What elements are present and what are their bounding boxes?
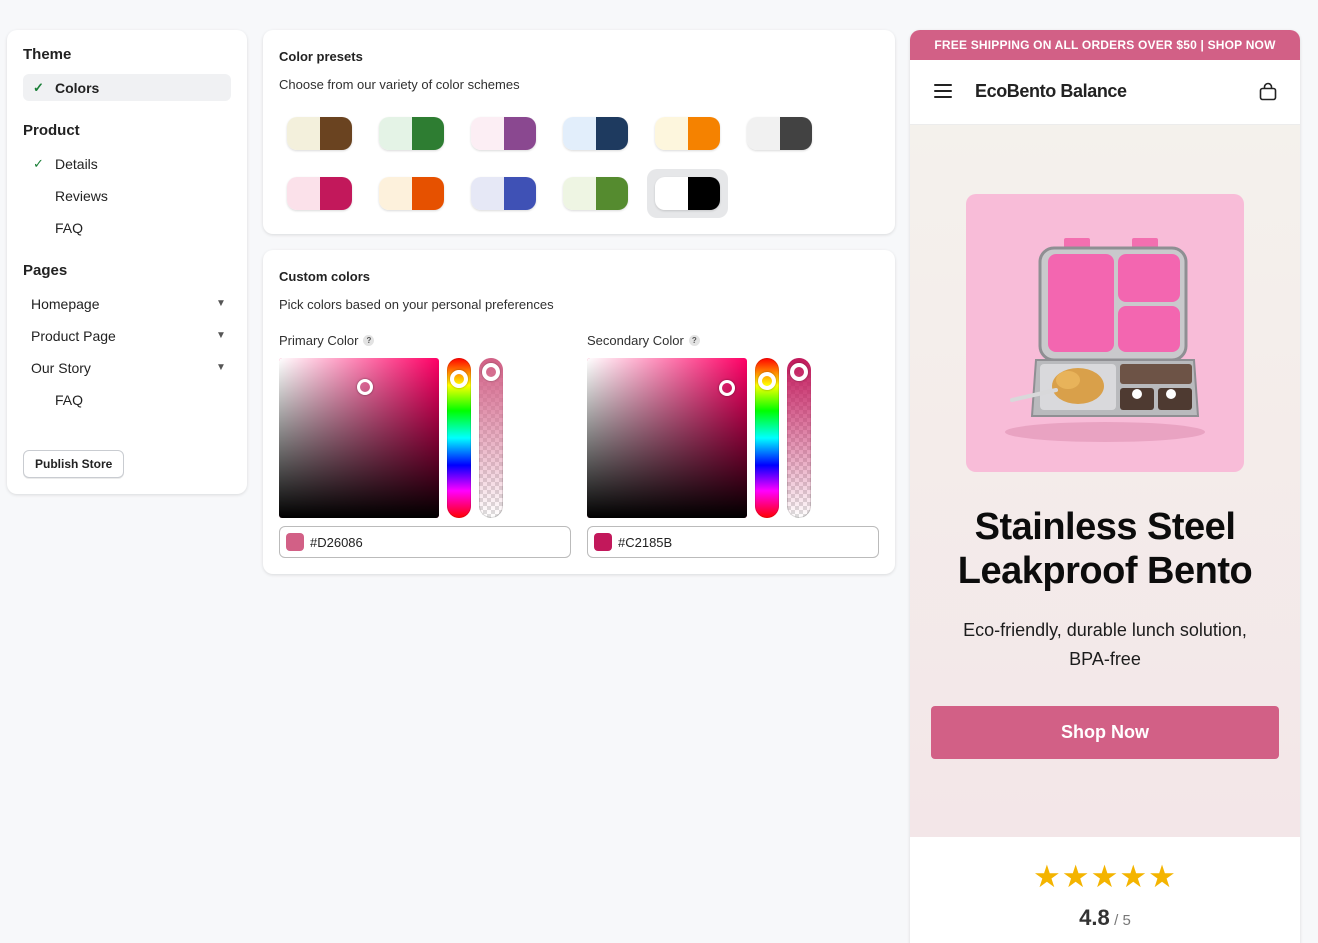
primary-picker-handle[interactable]: [357, 379, 373, 395]
secondary-color-chip: [594, 533, 612, 551]
card-subtitle: Pick colors based on your personal prefe…: [279, 297, 554, 312]
sidebar-item-product-page[interactable]: Product Page ▼: [23, 322, 231, 349]
hero-title-line: Leakproof Bento: [957, 550, 1253, 592]
secondary-color-label-text: Secondary Color: [587, 333, 684, 348]
color-preset-swatch[interactable]: [563, 177, 628, 210]
help-icon[interactable]: ?: [363, 335, 375, 346]
primary-color-label-text: Primary Color: [279, 333, 359, 348]
chevron-down-icon[interactable]: ▼: [211, 362, 231, 373]
publish-store-button[interactable]: Publish Store: [23, 450, 125, 478]
hue-slider-knob[interactable]: [450, 370, 468, 388]
chevron-down-icon[interactable]: ▼: [211, 330, 231, 341]
sidebar-item-label: FAQ: [55, 391, 84, 408]
color-preset-swatch[interactable]: [655, 177, 720, 210]
secondary-alpha-fill: [787, 358, 811, 518]
primary-alpha-slider[interactable]: [479, 358, 503, 518]
store-preview: FREE SHIPPING ON ALL ORDERS OVER $50 | S…: [910, 30, 1300, 943]
check-icon: ✓: [33, 79, 44, 95]
card-title: Custom colors: [279, 269, 371, 284]
sidebar-item-reviews[interactable]: Reviews: [23, 182, 231, 209]
secondary-hex-input[interactable]: #C2185B: [587, 526, 879, 558]
sidebar-item-faq[interactable]: FAQ: [23, 214, 231, 241]
sidebar-item-label: Details: [55, 155, 98, 172]
color-preset-swatch[interactable]: [287, 117, 352, 150]
primary-hex-input[interactable]: #D26086: [279, 526, 571, 558]
rating-section: ★★★★★ 4.8 / 5: [910, 837, 1300, 943]
sidebar-item-story-faq[interactable]: FAQ: [23, 386, 231, 413]
custom-colors-card: Custom colors Pick colors based on your …: [263, 250, 895, 574]
shop-now-button[interactable]: Shop Now: [931, 706, 1279, 759]
settings-sidebar: Theme ✓ Colors Product ✓ Details Reviews…: [7, 30, 247, 494]
sidebar-item-label: FAQ: [55, 219, 84, 236]
check-icon: ✓: [33, 155, 44, 171]
sidebar-item-label: Our Story: [31, 359, 91, 376]
section-title-pages: Pages: [23, 262, 68, 279]
primary-saturation-picker[interactable]: [279, 358, 439, 518]
color-preset-swatch[interactable]: [471, 117, 536, 150]
hero-title: Stainless Steel Leakproof Bento: [910, 505, 1300, 593]
help-icon[interactable]: ?: [688, 335, 700, 346]
sidebar-item-label: Colors: [55, 79, 100, 96]
alpha-slider-knob[interactable]: [482, 363, 500, 381]
bento-box-illustration: [1005, 238, 1205, 442]
hero-section: Stainless Steel Leakproof Bento Eco-frie…: [910, 125, 1300, 837]
sidebar-item-homepage[interactable]: Homepage ▼: [23, 290, 231, 317]
color-preset-swatch[interactable]: [379, 177, 444, 210]
secondary-saturation-picker[interactable]: [587, 358, 747, 518]
hero-subtitle: Eco-friendly, durable lunch solution, BP…: [963, 620, 1247, 669]
primary-hue-slider[interactable]: [447, 358, 471, 518]
primary-color-label: Primary Color ?: [279, 333, 375, 348]
section-title-theme: Theme: [23, 46, 72, 63]
sidebar-item-label: Reviews: [55, 187, 108, 204]
chevron-down-icon[interactable]: ▼: [211, 298, 231, 309]
product-image: [966, 194, 1244, 472]
rating-score: 4.8 / 5: [910, 905, 1300, 931]
rating-value: 4.8: [1079, 905, 1110, 930]
primary-color-chip: [286, 533, 304, 551]
color-preset-swatch[interactable]: [379, 117, 444, 150]
primary-hex-value: #D26086: [310, 534, 363, 550]
color-preset-swatch[interactable]: [287, 177, 352, 210]
hue-slider-knob[interactable]: [758, 372, 776, 390]
secondary-alpha-slider[interactable]: [787, 358, 811, 518]
primary-alpha-fill: [479, 358, 503, 518]
store-brand[interactable]: EcoBento Balance: [975, 81, 1127, 102]
color-presets-card: Color presets Choose from our variety of…: [263, 30, 895, 234]
announcement-banner[interactable]: FREE SHIPPING ON ALL ORDERS OVER $50 | S…: [910, 30, 1300, 60]
sidebar-item-label: Product Page: [31, 327, 116, 344]
menu-icon[interactable]: [934, 84, 952, 98]
color-preset-swatch[interactable]: [563, 117, 628, 150]
card-subtitle: Choose from our variety of color schemes: [279, 77, 520, 92]
color-preset-swatch[interactable]: [747, 117, 812, 150]
sidebar-item-our-story[interactable]: Our Story ▼: [23, 354, 231, 381]
sidebar-item-details[interactable]: ✓ Details: [23, 150, 231, 177]
secondary-picker-handle[interactable]: [719, 380, 735, 396]
sidebar-item-label: Homepage: [31, 295, 100, 312]
secondary-color-label: Secondary Color ?: [587, 333, 700, 348]
star-rating-icon: ★★★★★: [1033, 859, 1177, 894]
color-preset-swatch[interactable]: [471, 177, 536, 210]
alpha-slider-knob[interactable]: [790, 363, 808, 381]
shopping-bag-icon[interactable]: [1258, 82, 1278, 102]
card-title: Color presets: [279, 49, 363, 64]
sidebar-item-colors[interactable]: ✓ Colors: [23, 74, 231, 101]
section-title-product: Product: [23, 122, 80, 139]
secondary-hex-value: #C2185B: [618, 534, 673, 550]
color-preset-swatch[interactable]: [655, 117, 720, 150]
secondary-hue-slider[interactable]: [755, 358, 779, 518]
hero-title-line: Stainless Steel: [974, 506, 1236, 548]
rating-max: / 5: [1114, 912, 1131, 929]
store-header: EcoBento Balance: [910, 60, 1300, 125]
